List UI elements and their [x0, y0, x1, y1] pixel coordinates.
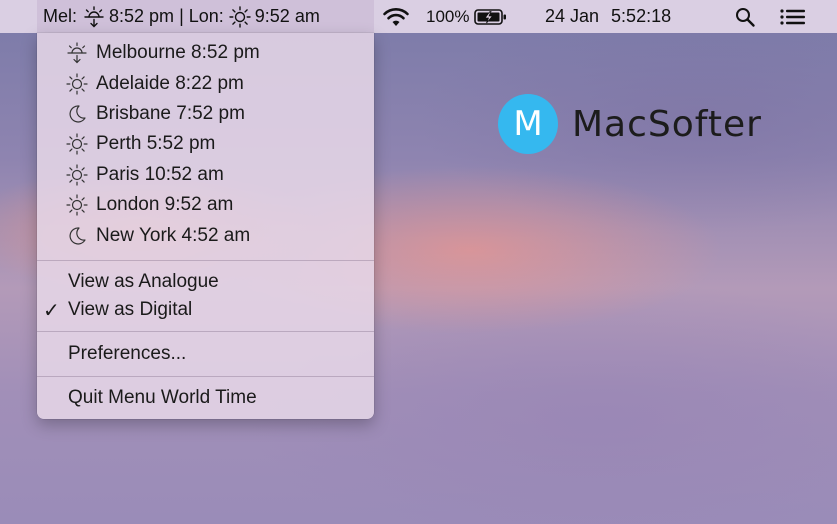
menu-separator: [37, 260, 374, 261]
view-as-analogue-label: View as Analogue: [68, 271, 219, 292]
preferences-item[interactable]: Preferences...: [37, 339, 374, 369]
sunset-icon: [66, 42, 96, 64]
city-item-paris[interactable]: Paris 10:52 am: [37, 160, 374, 190]
moon-icon: [66, 103, 96, 125]
city-label: Paris 10:52 am: [96, 164, 224, 185]
city-label: Brisbane 7:52 pm: [96, 103, 245, 124]
quit-label: Quit Menu World Time: [68, 387, 257, 408]
spotlight-button[interactable]: [734, 0, 756, 33]
city-label: Melbourne 8:52 pm: [96, 42, 260, 63]
menu-separator: [37, 331, 374, 332]
checkmark-icon: ✓: [43, 299, 60, 322]
world-time-mel-time: 8:52 pm: [109, 6, 175, 26]
city-item-perth[interactable]: Perth 5:52 pm: [37, 129, 374, 159]
watermark-logo: M MacSofter: [498, 94, 762, 154]
sun-icon: [66, 194, 96, 216]
view-as-digital-item[interactable]: ✓ View as Digital: [37, 295, 374, 325]
view-as-analogue-item[interactable]: View as Analogue: [37, 267, 374, 297]
quit-item[interactable]: Quit Menu World Time: [37, 383, 374, 413]
search-icon: [734, 6, 756, 28]
city-item-london[interactable]: London 9:52 am: [37, 190, 374, 220]
notification-center-button[interactable]: [779, 0, 807, 33]
moon-icon: [66, 225, 96, 247]
logo-badge-letter: M: [513, 104, 543, 144]
sunset-icon: [83, 5, 105, 28]
world-time-lon-time: 9:52 am: [254, 6, 320, 26]
clock-text: 5:52:18: [611, 6, 672, 26]
city-label: Adelaide 8:22 pm: [96, 73, 244, 94]
world-time-lon-label: | Lon:: [179, 6, 224, 26]
sun-icon: [229, 5, 251, 28]
desktop: Mel: 8:52 pm | Lon: 9:52 am 100% 24 Jan …: [0, 0, 837, 524]
city-label: New York 4:52 am: [96, 225, 251, 246]
city-label: Perth 5:52 pm: [96, 133, 216, 154]
battery-percent: 100%: [426, 6, 470, 26]
sun-icon: [66, 133, 96, 155]
city-item-brisbane[interactable]: Brisbane 7:52 pm: [37, 99, 374, 129]
city-item-melbourne[interactable]: Melbourne 8:52 pm: [37, 38, 374, 68]
menu-separator: [37, 376, 374, 377]
battery-charging-icon: [474, 8, 508, 26]
battery-menu-extra[interactable]: 100%: [426, 0, 508, 33]
menu-bar: Mel: 8:52 pm | Lon: 9:52 am 100% 24 Jan …: [0, 0, 837, 33]
logo-badge: M: [498, 94, 558, 154]
view-as-digital-label: View as Digital: [68, 299, 193, 320]
city-label: London 9:52 am: [96, 194, 234, 215]
date-text: 24 Jan: [545, 6, 600, 26]
preferences-label: Preferences...: [68, 343, 187, 364]
wifi-icon: [381, 6, 411, 28]
date-clock[interactable]: 24 Jan 5:52:18: [545, 0, 671, 33]
sun-icon: [66, 164, 96, 186]
city-item-new-york[interactable]: New York 4:52 am: [37, 221, 374, 251]
world-time-mel-label: Mel:: [43, 6, 78, 26]
world-time-menu-extra[interactable]: Mel: 8:52 pm | Lon: 9:52 am: [37, 0, 374, 33]
wifi-menu-extra[interactable]: [381, 0, 411, 33]
sun-icon: [66, 73, 96, 95]
world-time-dropdown: Melbourne 8:52 pm Adelaide 8:22 pm Brisb…: [37, 33, 374, 419]
logo-text: MacSofter: [572, 103, 762, 145]
menu-list-icon: [779, 6, 807, 28]
city-item-adelaide[interactable]: Adelaide 8:22 pm: [37, 69, 374, 99]
